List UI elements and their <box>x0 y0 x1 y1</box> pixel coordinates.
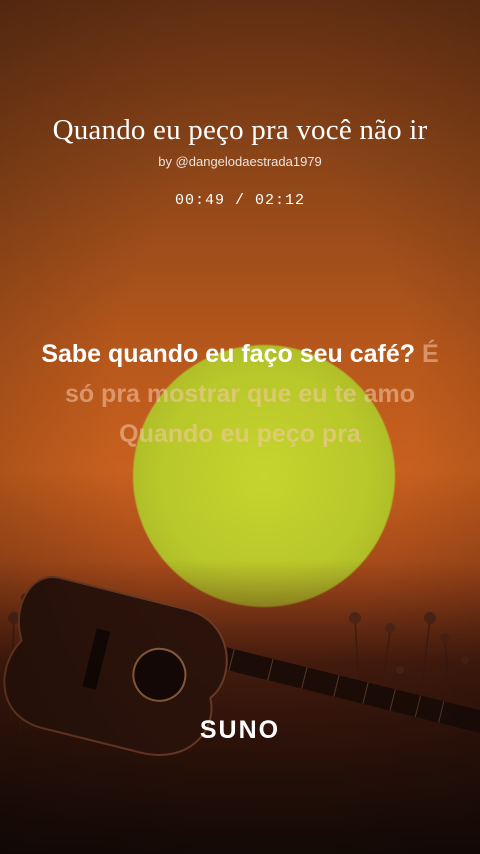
playback-time: 00:49 / 02:12 <box>174 192 306 209</box>
lyrics-block: Sabe quando eu faço seu café? É só pra m… <box>30 334 450 454</box>
song-title: Quando eu peço pra você não ir <box>52 114 428 146</box>
video-frame: Quando eu peço pra você não ir by @dange… <box>0 0 480 854</box>
suno-logo: SUNO <box>199 716 281 744</box>
lyrics-sung: Sabe quando eu faço seu café? <box>41 340 422 368</box>
artist-byline: by @dangelodaestrada1979 <box>158 154 322 169</box>
